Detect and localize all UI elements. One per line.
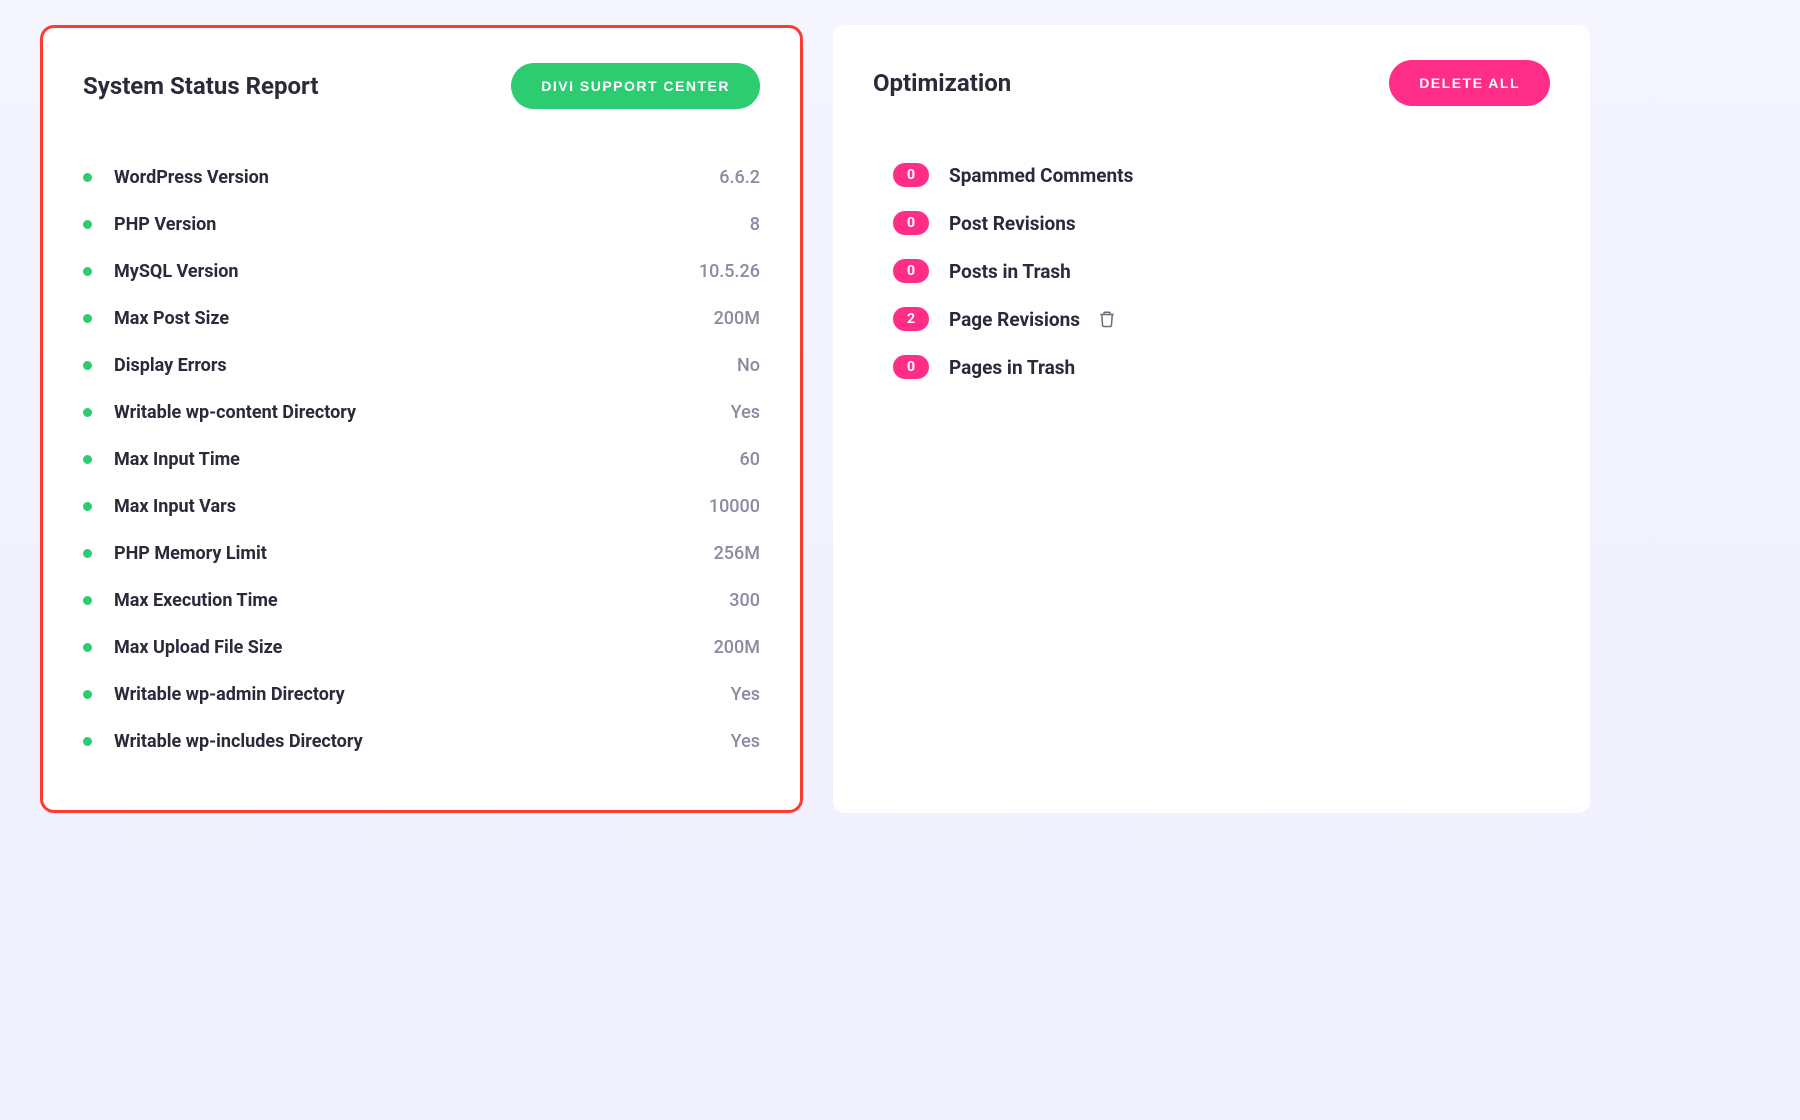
optimization-list: 0 Spammed Comments 0 Post Revisions 0 Posts i…: [873, 151, 1550, 391]
optimization-title: Optimization: [873, 69, 1011, 97]
optimization-item: 0 Post Revisions: [893, 199, 1550, 247]
status-dot-icon: [83, 408, 92, 417]
optimization-label: Posts in Trash: [949, 260, 1071, 283]
status-value: 300: [729, 590, 760, 611]
status-dot-icon: [83, 596, 92, 605]
status-value: No: [737, 355, 760, 376]
status-value: 10.5.26: [699, 261, 760, 282]
status-dot-icon: [83, 173, 92, 182]
status-item: Writable wp-content DirectoryYes: [83, 389, 760, 436]
status-label: Writable wp-includes Directory: [114, 731, 731, 752]
status-dot-icon: [83, 737, 92, 746]
status-item: Max Upload File Size200M: [83, 624, 760, 671]
system-status-list: WordPress Version6.6.2PHP Version8MySQL …: [83, 154, 760, 765]
status-dot-icon: [83, 690, 92, 699]
status-label: MySQL Version: [114, 261, 699, 282]
status-dot-icon: [83, 220, 92, 229]
system-status-title: System Status Report: [83, 72, 319, 100]
status-value: 256M: [714, 543, 760, 564]
optimization-label: Pages in Trash: [949, 356, 1075, 379]
status-item: Max Input Time60: [83, 436, 760, 483]
status-item: Writable wp-admin DirectoryYes: [83, 671, 760, 718]
status-item: Display ErrorsNo: [83, 342, 760, 389]
status-label: Max Post Size: [114, 308, 714, 329]
optimization-item: 2 Page Revisions: [893, 295, 1550, 343]
optimization-header: Optimization DELETE ALL: [873, 60, 1550, 106]
status-dot-icon: [83, 455, 92, 464]
status-dot-icon: [83, 502, 92, 511]
status-label: WordPress Version: [114, 167, 719, 188]
status-dot-icon: [83, 643, 92, 652]
status-label: Display Errors: [114, 355, 737, 376]
count-badge: 0: [893, 211, 929, 235]
system-status-panel: System Status Report DIVI SUPPORT CENTER…: [40, 25, 803, 813]
status-value: Yes: [731, 684, 760, 705]
status-label: Writable wp-admin Directory: [114, 684, 731, 705]
count-badge: 2: [893, 307, 929, 331]
status-dot-icon: [83, 549, 92, 558]
status-label: Max Input Time: [114, 449, 740, 470]
status-label: Max Execution Time: [114, 590, 729, 611]
status-value: 8: [750, 214, 760, 235]
status-item: Max Execution Time300: [83, 577, 760, 624]
count-badge: 0: [893, 355, 929, 379]
status-label: Max Upload File Size: [114, 637, 714, 658]
status-dot-icon: [83, 361, 92, 370]
system-status-header: System Status Report DIVI SUPPORT CENTER: [83, 63, 760, 109]
status-item: PHP Memory Limit256M: [83, 530, 760, 577]
delete-all-button[interactable]: DELETE ALL: [1389, 60, 1550, 106]
status-item: Max Input Vars10000: [83, 483, 760, 530]
trash-icon[interactable]: [1098, 309, 1116, 329]
status-label: Max Input Vars: [114, 496, 709, 517]
status-value: Yes: [731, 731, 760, 752]
optimization-panel: Optimization DELETE ALL 0 Spammed Comment…: [833, 25, 1590, 813]
divi-support-center-button[interactable]: DIVI SUPPORT CENTER: [511, 63, 760, 109]
count-badge: 0: [893, 163, 929, 187]
status-value: 10000: [709, 496, 760, 517]
status-item: Writable wp-includes DirectoryYes: [83, 718, 760, 765]
count-badge: 0: [893, 259, 929, 283]
status-value: 6.6.2: [719, 167, 760, 188]
status-label: PHP Version: [114, 214, 750, 235]
status-item: Max Post Size200M: [83, 295, 760, 342]
optimization-item: 0 Spammed Comments: [893, 151, 1550, 199]
status-dot-icon: [83, 267, 92, 276]
status-item: MySQL Version10.5.26: [83, 248, 760, 295]
status-value: Yes: [731, 402, 760, 423]
status-label: PHP Memory Limit: [114, 543, 714, 564]
status-value: 200M: [714, 637, 760, 658]
status-value: 200M: [714, 308, 760, 329]
status-item: WordPress Version6.6.2: [83, 154, 760, 201]
optimization-label: Spammed Comments: [949, 164, 1133, 187]
optimization-item: 0 Pages in Trash: [893, 343, 1550, 391]
status-dot-icon: [83, 314, 92, 323]
optimization-label: Post Revisions: [949, 212, 1076, 235]
optimization-label: Page Revisions: [949, 308, 1080, 331]
status-item: PHP Version8: [83, 201, 760, 248]
status-label: Writable wp-content Directory: [114, 402, 731, 423]
status-value: 60: [740, 449, 760, 470]
optimization-item: 0 Posts in Trash: [893, 247, 1550, 295]
